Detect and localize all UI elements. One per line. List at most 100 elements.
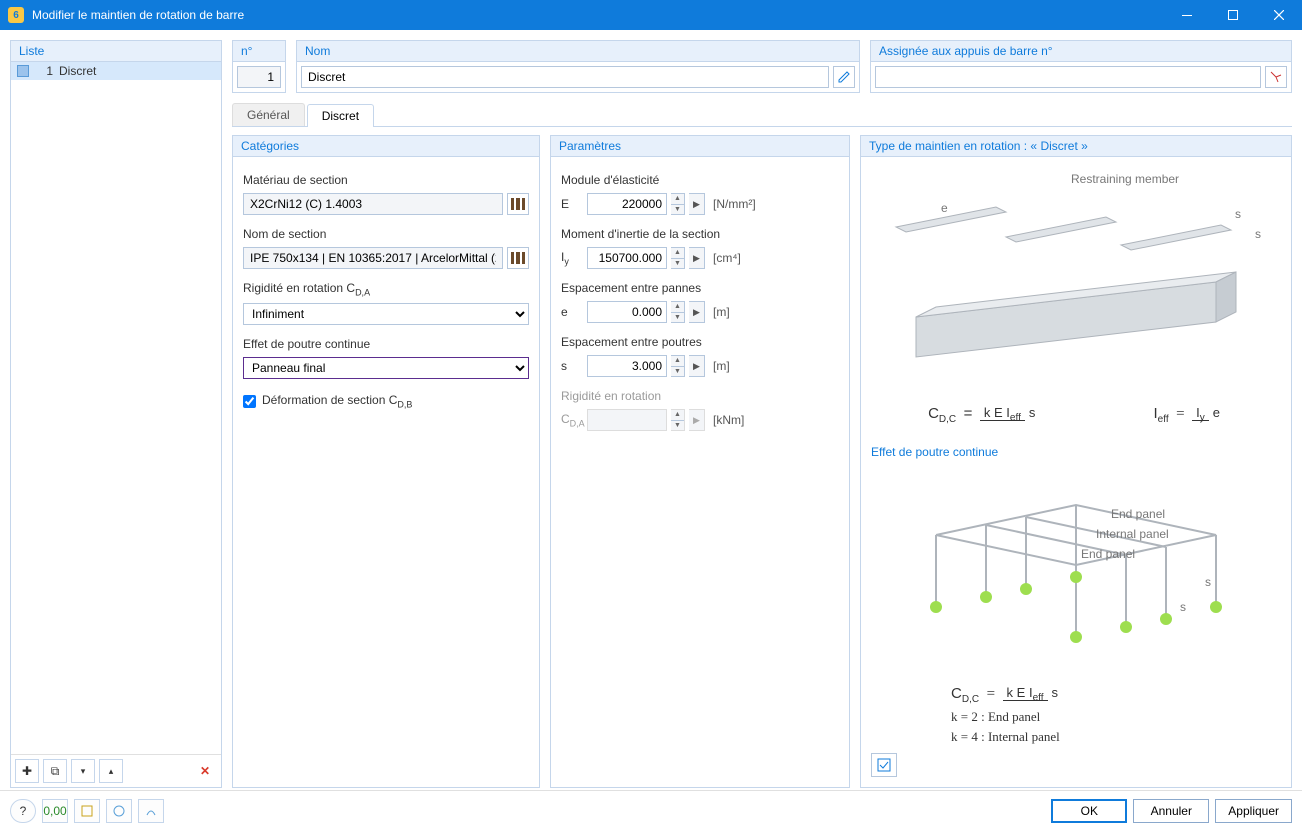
beam-effect-select[interactable]: Panneau final (243, 357, 529, 379)
k4-label: k = 4 : Internal panel (951, 729, 1062, 745)
end-panel-label-1: End panel (1111, 507, 1165, 521)
internal-panel-label: Internal panel (1096, 527, 1169, 541)
rot-rigidity-label: Rigidité en rotation (561, 389, 839, 403)
tool-button-2[interactable] (106, 799, 132, 823)
inertia-unit: [cm⁴] (713, 251, 741, 265)
cancel-button[interactable]: Annuler (1133, 799, 1209, 823)
delete-item-button[interactable]: ✕ (193, 759, 217, 783)
inertia-spinner[interactable]: ▲▼ (671, 247, 685, 269)
select-members-button[interactable] (1265, 66, 1287, 88)
k2-label: k = 2 : End panel (951, 709, 1062, 725)
spacing-beams-label: Espacement entre poutres (561, 335, 839, 349)
apply-button[interactable]: Appliquer (1215, 799, 1292, 823)
modulus-symbol: E (561, 197, 583, 211)
s-label-3: s (1205, 575, 1211, 589)
number-label: n° (233, 41, 285, 62)
name-box: Nom (296, 40, 860, 93)
deformation-checkbox[interactable] (243, 395, 256, 408)
tool-button-1[interactable] (74, 799, 100, 823)
name-label: Nom (297, 41, 859, 62)
list-item[interactable]: 1 Discret (11, 62, 221, 80)
tab-discret[interactable]: Discret (307, 104, 374, 127)
deformation-checkbox-row[interactable]: Déformation de section CD,B (243, 393, 529, 409)
minimize-button[interactable] (1164, 0, 1210, 30)
rot-rigidity-menu-button: ▶ (689, 409, 705, 431)
modulus-spinner[interactable]: ▲▼ (671, 193, 685, 215)
list-toolbar: ✚ ⧉ ▾ ▴ ✕ (11, 754, 221, 787)
s-label-4: s (1180, 600, 1186, 614)
diagram-discrete: Restraining member e s s CD,C = k E Ieff… (871, 167, 1281, 425)
diagram-title-2: Effet de poutre continue (871, 445, 1281, 459)
diagram-beam-effect: End panel Internal panel End panel s s C… (871, 465, 1281, 745)
rot-rigidity-unit: [kNm] (713, 413, 744, 427)
material-library-button[interactable] (507, 193, 529, 215)
spacing-purlins-spinner[interactable]: ▲▼ (671, 301, 685, 323)
title-bar: 6 Modifier le maintien de rotation de ba… (0, 0, 1302, 30)
modulus-field[interactable] (587, 193, 667, 215)
spacing-purlins-symbol: e (561, 305, 583, 319)
units-button[interactable]: 0,00 (42, 799, 68, 823)
list-item-name: Discret (59, 64, 96, 78)
number-field[interactable] (237, 66, 281, 88)
diagram-settings-button[interactable] (871, 753, 897, 777)
new-item-button[interactable]: ✚ (15, 759, 39, 783)
window-title: Modifier le maintien de rotation de barr… (32, 8, 1164, 22)
spacing-beams-unit: [m] (713, 359, 730, 373)
close-button[interactable] (1256, 0, 1302, 30)
list-body[interactable]: 1 Discret (11, 62, 221, 754)
copy-item-button[interactable]: ⧉ (43, 759, 67, 783)
maximize-button[interactable] (1210, 0, 1256, 30)
inertia-symbol: Iy (561, 250, 583, 266)
spacing-beams-menu-button[interactable]: ▶ (689, 355, 705, 377)
list-item-color-icon (17, 65, 29, 77)
spacing-purlins-label: Espacement entre pannes (561, 281, 839, 295)
diagram-panel: Type de maintien en rotation : « Discret… (860, 135, 1292, 788)
material-field[interactable] (243, 193, 503, 215)
list-panel: Liste 1 Discret ✚ ⧉ ▾ ▴ ✕ (10, 40, 222, 788)
inertia-field[interactable] (587, 247, 667, 269)
assigned-label: Assignée aux appuis de barre n° (871, 41, 1291, 62)
s-label-1: s (1235, 207, 1241, 221)
spacing-beams-spinner[interactable]: ▲▼ (671, 355, 685, 377)
spacing-beams-symbol: s (561, 359, 583, 373)
list-header: Liste (11, 41, 221, 62)
end-panel-label-2: End panel (1081, 547, 1135, 561)
app-icon: 6 (8, 7, 24, 23)
rigidity-select[interactable]: Infiniment (243, 303, 529, 325)
categories-panel: Catégories Matériau de section Nom de se… (232, 135, 540, 788)
spacing-purlins-unit: [m] (713, 305, 730, 319)
material-label: Matériau de section (243, 173, 529, 187)
inertia-label: Moment d'inertie de la section (561, 227, 839, 241)
dialog-footer: ? 0,00 OK Annuler Appliquer (0, 790, 1302, 830)
tool-button-3[interactable] (138, 799, 164, 823)
categories-title: Catégories (233, 136, 539, 157)
list-item-number: 1 (35, 64, 53, 78)
name-field[interactable] (301, 66, 829, 88)
spacing-purlins-field[interactable] (587, 301, 667, 323)
spacing-beams-field[interactable] (587, 355, 667, 377)
rigidity-label: Rigidité en rotation CD,A (243, 281, 529, 297)
inertia-menu-button[interactable]: ▶ (689, 247, 705, 269)
section-library-button[interactable] (507, 247, 529, 269)
edit-name-button[interactable] (833, 66, 855, 88)
parameters-title: Paramètres (551, 136, 849, 157)
modulus-menu-button[interactable]: ▶ (689, 193, 705, 215)
section-label: Nom de section (243, 227, 529, 241)
formula-cdc-2: CD,C = k E Ieffs (951, 685, 1062, 705)
spacing-purlins-menu-button[interactable]: ▶ (689, 301, 705, 323)
ok-button[interactable]: OK (1051, 799, 1127, 823)
section-field[interactable] (243, 247, 503, 269)
formula-cdc: CD,C = k E Ieffs (928, 405, 1039, 425)
modulus-label: Module d'élasticité (561, 173, 839, 187)
help-button[interactable]: ? (10, 799, 36, 823)
number-box: n° (232, 40, 286, 93)
sort-desc-button[interactable]: ▴ (99, 759, 123, 783)
parameters-panel: Paramètres Module d'élasticité E ▲▼ ▶ [N… (550, 135, 850, 788)
tab-general[interactable]: Général (232, 103, 305, 126)
s-label-2: s (1255, 227, 1261, 241)
assigned-field[interactable] (875, 66, 1261, 88)
beam-effect-label: Effet de poutre continue (243, 337, 529, 351)
modulus-unit: [N/mm²] (713, 197, 756, 211)
sort-asc-button[interactable]: ▾ (71, 759, 95, 783)
deformation-label: Déformation de section CD,B (262, 393, 412, 409)
